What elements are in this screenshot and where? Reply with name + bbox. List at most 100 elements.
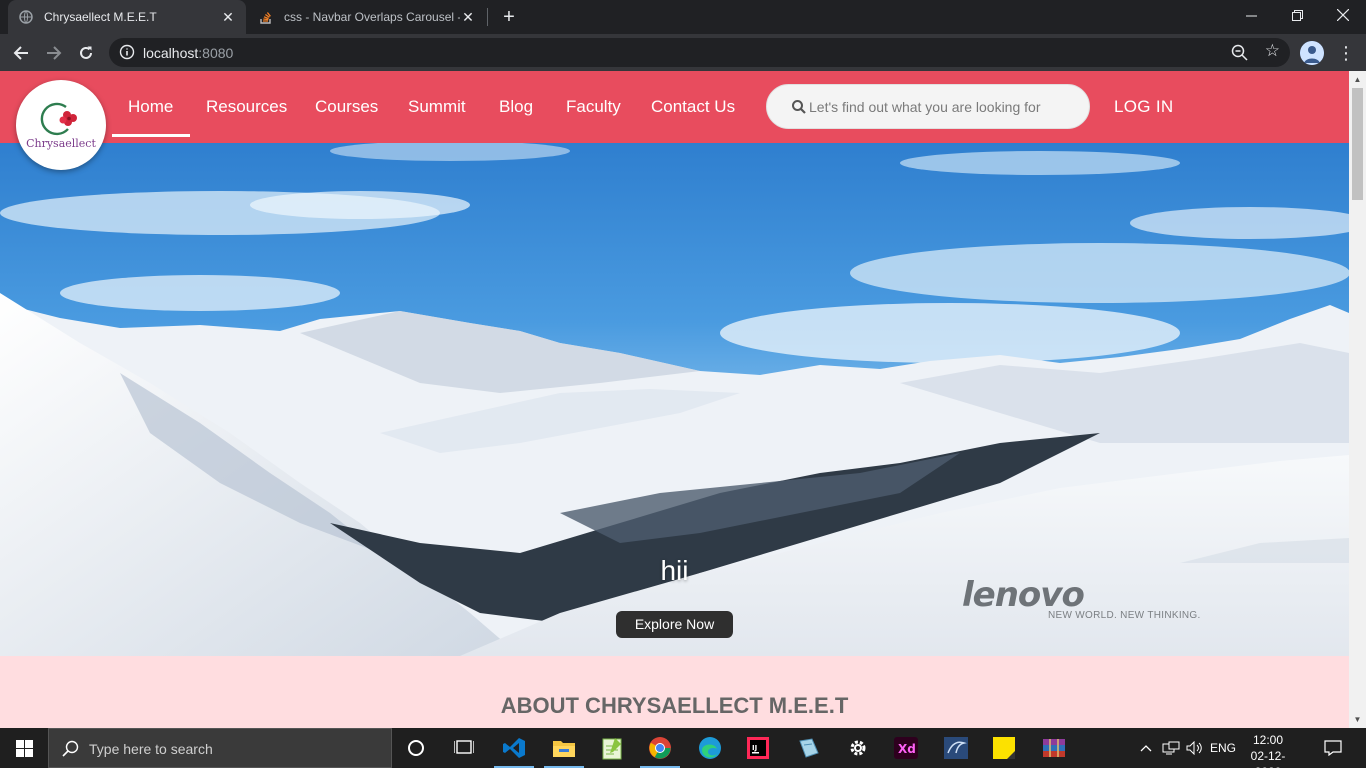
nav-contact-us[interactable]: Contact Us bbox=[651, 97, 735, 117]
mysql-workbench-icon bbox=[944, 737, 968, 759]
network-button[interactable] bbox=[1160, 728, 1182, 768]
hero-carousel: lenovo NEW WORLD. NEW THINKING. hii Expl… bbox=[0, 143, 1349, 656]
sticky-notes-app[interactable] bbox=[980, 728, 1028, 768]
edge-icon bbox=[699, 737, 721, 759]
volume-button[interactable] bbox=[1184, 728, 1206, 768]
tab-stackoverflow[interactable]: css - Navbar Overlaps Carousel - ✕ bbox=[248, 0, 486, 34]
bookmark-star-icon[interactable]: ☆ bbox=[1265, 41, 1280, 61]
url-text: localhost:8080 bbox=[143, 45, 233, 61]
page-scrollbar[interactable]: ▲ ▼ bbox=[1349, 71, 1366, 728]
virtualbox-app[interactable] bbox=[784, 728, 832, 768]
search-input[interactable] bbox=[809, 96, 1079, 118]
notepad-plus-icon bbox=[602, 738, 622, 760]
lenovo-tagline: NEW WORLD. NEW THINKING. bbox=[1048, 610, 1201, 621]
browser-menu-button[interactable]: ⋮ bbox=[1336, 40, 1356, 66]
close-window-button[interactable] bbox=[1320, 0, 1366, 30]
zoom-out-icon[interactable] bbox=[1230, 43, 1250, 63]
back-button[interactable] bbox=[8, 40, 34, 66]
site-navbar: Chrysaellect Home Resources Courses Summ… bbox=[0, 71, 1349, 170]
adobe-xd-icon: Xd bbox=[894, 737, 918, 759]
vscode-app[interactable] bbox=[490, 728, 538, 768]
nav-courses[interactable]: Courses bbox=[315, 97, 378, 117]
globe-icon bbox=[18, 9, 34, 25]
language-indicator[interactable]: ENG bbox=[1208, 728, 1238, 768]
notification-icon bbox=[1324, 740, 1342, 756]
notifications-button[interactable] bbox=[1316, 728, 1350, 768]
cortana-icon bbox=[408, 740, 424, 756]
tab-chrysaellect[interactable]: Chrysaellect M.E.E.T ✕ bbox=[8, 0, 246, 34]
taskbar-search-placeholder: Type here to search bbox=[89, 741, 213, 757]
scroll-up-arrow-icon[interactable]: ▲ bbox=[1349, 71, 1366, 88]
close-tab-icon[interactable]: ✕ bbox=[220, 9, 236, 26]
nav-resources[interactable]: Resources bbox=[206, 97, 287, 117]
url-port: :8080 bbox=[198, 45, 234, 61]
svg-text:Xd: Xd bbox=[898, 742, 916, 756]
logo-text: Chrysaellect bbox=[26, 136, 96, 150]
nav-summit[interactable]: Summit bbox=[408, 97, 466, 117]
tab-separator bbox=[487, 8, 488, 26]
info-icon[interactable] bbox=[119, 44, 135, 60]
task-view-button[interactable] bbox=[440, 728, 488, 768]
file-explorer-app[interactable] bbox=[540, 728, 588, 768]
minimize-icon bbox=[1245, 15, 1257, 16]
site-logo[interactable]: Chrysaellect bbox=[16, 80, 106, 170]
intellij-app[interactable]: IJ bbox=[734, 728, 782, 768]
profile-avatar[interactable] bbox=[1300, 41, 1324, 65]
start-button[interactable] bbox=[0, 728, 48, 768]
virtualbox-icon bbox=[799, 738, 819, 758]
scroll-thumb[interactable] bbox=[1352, 88, 1363, 200]
windows-logo-icon bbox=[15, 739, 33, 757]
adobe-xd-app[interactable]: Xd bbox=[882, 728, 930, 768]
show-hidden-icons-button[interactable] bbox=[1136, 728, 1156, 768]
windows-taskbar: Type here to search IJ Xd ENG 12:00 02-1… bbox=[0, 728, 1366, 768]
avatar-icon bbox=[1300, 41, 1324, 65]
taskbar-search[interactable]: Type here to search bbox=[48, 728, 392, 768]
reload-button[interactable] bbox=[73, 40, 99, 66]
browser-toolbar: localhost:8080 ☆ ⋮ bbox=[0, 34, 1366, 71]
flower-logo-icon bbox=[40, 102, 77, 135]
restore-icon bbox=[1291, 9, 1303, 21]
new-tab-button[interactable]: + bbox=[498, 6, 520, 28]
scroll-down-arrow-icon[interactable]: ▼ bbox=[1349, 711, 1366, 728]
mysql-workbench-app[interactable] bbox=[932, 728, 980, 768]
back-arrow-icon bbox=[13, 46, 28, 60]
nav-home[interactable]: Home bbox=[128, 97, 173, 117]
search-icon bbox=[792, 100, 806, 114]
edge-app[interactable] bbox=[686, 728, 734, 768]
address-bar[interactable]: localhost:8080 ☆ bbox=[109, 38, 1290, 67]
settings-app[interactable] bbox=[834, 728, 882, 768]
nav-blog[interactable]: Blog bbox=[499, 97, 533, 117]
login-link[interactable]: LOG IN bbox=[1114, 97, 1173, 117]
task-view-icon bbox=[454, 740, 474, 754]
stackoverflow-icon bbox=[258, 9, 274, 25]
restore-button[interactable] bbox=[1274, 0, 1320, 30]
settings-icon bbox=[850, 740, 866, 756]
clock-date: 02-12-2020 bbox=[1250, 749, 1286, 768]
nav-faculty[interactable]: Faculty bbox=[566, 97, 621, 117]
sticky-notes-icon bbox=[993, 737, 1015, 759]
winrar-icon bbox=[1043, 739, 1065, 757]
taskbar-clock[interactable]: 12:00 02-12-2020 bbox=[1240, 732, 1296, 768]
close-tab-icon[interactable]: ✕ bbox=[460, 9, 476, 26]
url-host: localhost bbox=[143, 45, 199, 61]
reload-icon bbox=[80, 46, 92, 59]
chrome-icon bbox=[649, 737, 671, 759]
about-heading: ABOUT CHRYSAELLECT M.E.E.T bbox=[500, 693, 849, 718]
network-icon bbox=[1162, 741, 1180, 755]
tab-title: css - Navbar Overlaps Carousel - bbox=[284, 10, 460, 24]
minimize-button[interactable] bbox=[1228, 0, 1274, 30]
carousel-caption: hii bbox=[660, 555, 689, 586]
forward-button[interactable] bbox=[41, 40, 67, 66]
clock-time: 12:00 bbox=[1252, 733, 1284, 747]
close-icon bbox=[1337, 9, 1349, 21]
notepad-plus-app[interactable] bbox=[588, 728, 636, 768]
chrome-app[interactable] bbox=[636, 728, 684, 768]
winrar-app[interactable] bbox=[1030, 728, 1078, 768]
cortana-button[interactable] bbox=[392, 728, 440, 768]
svg-text:IJ: IJ bbox=[752, 744, 757, 752]
nav-active-indicator bbox=[112, 134, 190, 137]
chevron-up-icon bbox=[1140, 745, 1152, 752]
tab-title: Chrysaellect M.E.E.T bbox=[44, 10, 157, 24]
browser-tab-strip: Chrysaellect M.E.E.T ✕ css - Navbar Over… bbox=[0, 0, 1366, 34]
explore-now-button[interactable]: Explore Now bbox=[616, 611, 733, 638]
